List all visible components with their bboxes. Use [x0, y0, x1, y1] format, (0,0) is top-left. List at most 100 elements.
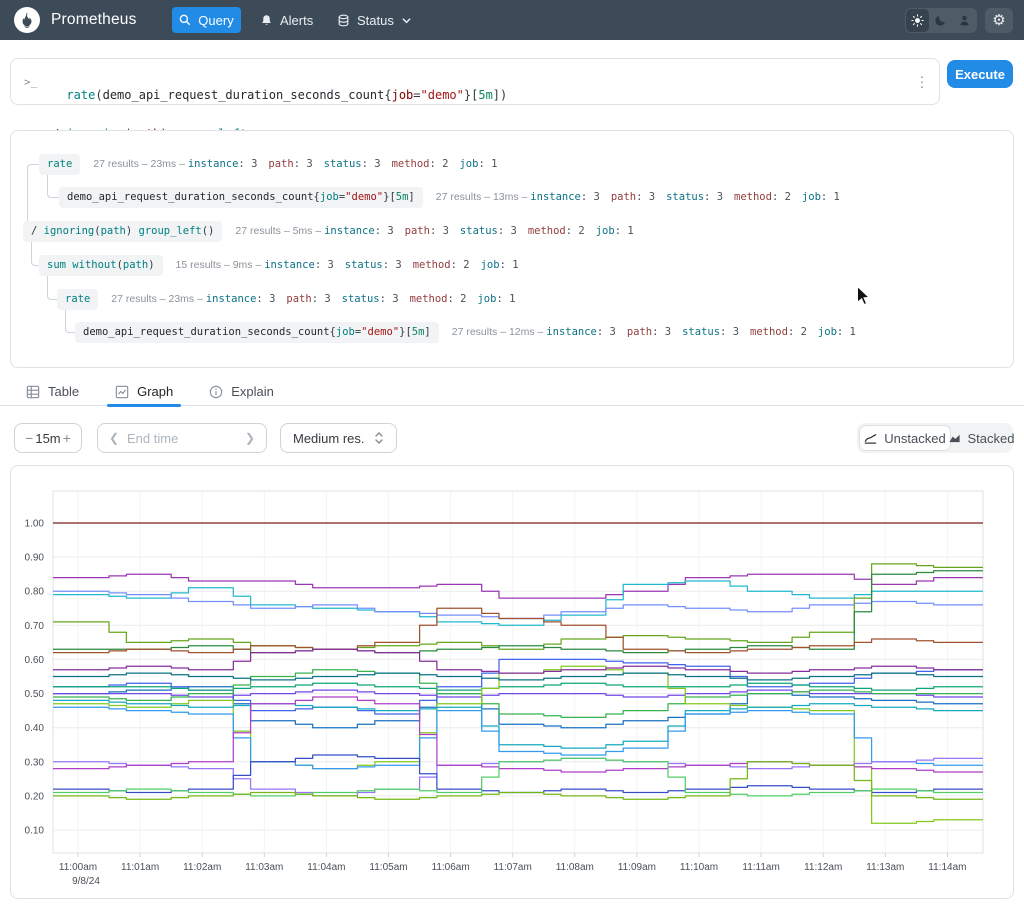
table-icon	[26, 385, 40, 399]
svg-text:11:01am: 11:01am	[121, 862, 159, 873]
editor-menu-button[interactable]: ⋮	[911, 71, 933, 92]
tab-explain-label: Explain	[231, 384, 274, 399]
navbar: Prometheus Query Alerts Status ⚙	[0, 0, 1024, 40]
label-cardinality: job: 1	[459, 158, 498, 170]
tree-node-pill[interactable]: rate	[57, 288, 99, 310]
svg-text:11:03am: 11:03am	[245, 862, 283, 873]
moon-icon	[934, 14, 947, 27]
nav-status-menu[interactable]: Status	[337, 7, 412, 33]
theme-dark-button[interactable]	[929, 9, 952, 32]
graph-canvas[interactable]: 11:00am 11:01am 11:02am 11:03am 11:04am 11:05…	[11, 466, 1013, 898]
resolution-select[interactable]: Medium res.	[280, 423, 397, 453]
label-cardinality: method: 2	[391, 158, 449, 170]
area-chart-icon	[948, 432, 961, 444]
label-cardinality: instance: 3	[324, 225, 394, 237]
nav-alerts-label: Alerts	[280, 12, 314, 28]
tree-node-stats: 27 results – 23ms – instance: 3 path: 3st…	[111, 293, 516, 305]
graph-panel: 11:00am 11:01am 11:02am 11:03am 11:04am 11:05…	[10, 465, 1014, 899]
prometheus-query-page: { "colors": {"accent": "#228be6", "navba…	[0, 0, 1024, 906]
time-forward-button[interactable]: ❯	[245, 431, 255, 445]
tab-table-label: Table	[48, 384, 80, 399]
tree-node-stats: 15 results – 9ms – instance: 3 status: 3m…	[175, 259, 519, 271]
graph-icon	[115, 385, 129, 399]
range-increase-button[interactable]: +	[63, 430, 71, 446]
execute-button[interactable]: Execute	[947, 60, 1013, 88]
label-cardinality: instance: 3	[205, 293, 276, 305]
database-icon	[337, 14, 350, 27]
nav-query-button[interactable]: Query	[172, 7, 241, 33]
resolution-value: Medium res.	[293, 430, 365, 446]
end-time-picker[interactable]: ❮ End time ❯	[97, 423, 267, 453]
tab-graph-label: Graph	[137, 384, 174, 399]
label-cardinality: path: 3	[626, 326, 672, 338]
label-cardinality: path: 3	[286, 293, 331, 305]
label-cardinality: job: 1	[477, 293, 516, 305]
person-icon	[958, 14, 971, 27]
svg-text:11:14am: 11:14am	[928, 862, 966, 873]
line-chart-icon	[864, 432, 877, 444]
label-cardinality: job: 1	[801, 191, 840, 203]
label-cardinality: method: 2	[750, 326, 807, 338]
tab-explain[interactable]: Explain	[207, 378, 276, 406]
label-cardinality: method: 2	[734, 191, 791, 203]
tree-node-row: rate 27 results – 23ms – instance: 3 path:…	[39, 153, 508, 175]
end-time-placeholder: End time	[127, 430, 179, 446]
theme-auto-button[interactable]	[953, 9, 976, 32]
label-cardinality: status: 3	[341, 293, 399, 305]
label-cardinality: path: 3	[610, 191, 656, 203]
label-cardinality: status: 3	[459, 225, 517, 237]
tree-node-pill[interactable]: / ignoring(path) group_left()	[23, 220, 223, 242]
tree-node-stats: 27 results – 5ms – instance: 3 path: 3 sta…	[235, 225, 634, 237]
tab-graph[interactable]: Graph	[107, 378, 182, 407]
sun-icon	[911, 14, 924, 27]
svg-text:11:00am: 11:00am	[59, 862, 97, 873]
label-cardinality: job: 1	[595, 225, 634, 237]
chevron-down-icon	[401, 15, 412, 26]
svg-text:0.50: 0.50	[25, 689, 45, 700]
brand-link[interactable]: Prometheus	[14, 7, 137, 33]
query-tree-panel: rate 27 results – 23ms – instance: 3 path:…	[10, 130, 1014, 368]
svg-text:9/8/24: 9/8/24	[72, 876, 100, 887]
label-cardinality: status: 3	[323, 158, 381, 170]
settings-button[interactable]: ⚙	[985, 8, 1013, 33]
nav-status-label: Status	[357, 12, 394, 28]
svg-text:0.20: 0.20	[25, 791, 45, 802]
label-cardinality: job: 1	[480, 259, 519, 271]
nav-query-label: Query	[198, 12, 234, 28]
tree-node-row: rate 27 results – 23ms – instance: 3 path:…	[57, 288, 526, 310]
label-cardinality: instance: 3	[187, 158, 258, 170]
label-cardinality: instance: 3	[264, 259, 334, 271]
range-decrease-button[interactable]: −	[25, 430, 33, 446]
tree-node-pill[interactable]: sum without(path)	[39, 254, 163, 276]
tree-node-stats: 27 results – 23ms – instance: 3 path: 3st…	[93, 158, 498, 170]
label-cardinality: status: 3	[666, 191, 724, 203]
svg-text:11:05am: 11:05am	[369, 862, 407, 873]
label-cardinality: method: 2	[409, 293, 467, 305]
tree-node-row: / ignoring(path) group_left() 27 results …	[23, 220, 645, 242]
label-cardinality: method: 2	[412, 259, 470, 271]
prompt-icon: >_	[24, 75, 38, 88]
label-cardinality: instance: 3	[546, 326, 616, 338]
svg-text:11:07am: 11:07am	[494, 862, 532, 873]
query-editor[interactable]: >_ rate(demo_api_request_duration_second…	[10, 58, 940, 180]
tree-node-pill[interactable]: rate	[39, 153, 81, 175]
result-tabs: Table Graph Explain	[0, 378, 1024, 407]
theme-light-button[interactable]	[906, 9, 930, 32]
svg-text:11:04am: 11:04am	[307, 862, 345, 873]
label-cardinality: job: 1	[817, 326, 856, 338]
stacked-label: Stacked	[967, 430, 1015, 446]
tree-node-pill[interactable]: demo_api_request_duration_seconds_count{…	[75, 321, 439, 343]
nav-alerts-button[interactable]: Alerts	[260, 7, 313, 33]
label-cardinality: path: 3	[404, 225, 449, 237]
unstacked-button[interactable]: Unstacked	[859, 425, 951, 451]
tab-table[interactable]: Table	[24, 378, 81, 406]
range-value[interactable]: 15m	[35, 431, 60, 446]
time-back-button[interactable]: ❮	[109, 431, 119, 445]
bell-icon	[260, 14, 273, 27]
svg-text:11:08am: 11:08am	[556, 862, 594, 873]
tree-node-row: demo_api_request_duration_seconds_count{…	[75, 321, 867, 343]
stacked-button[interactable]: Stacked	[948, 425, 1015, 451]
tree-node-pill[interactable]: demo_api_request_duration_seconds_count{…	[59, 186, 423, 208]
svg-text:1.00: 1.00	[25, 519, 45, 530]
svg-text:11:13am: 11:13am	[866, 862, 904, 873]
